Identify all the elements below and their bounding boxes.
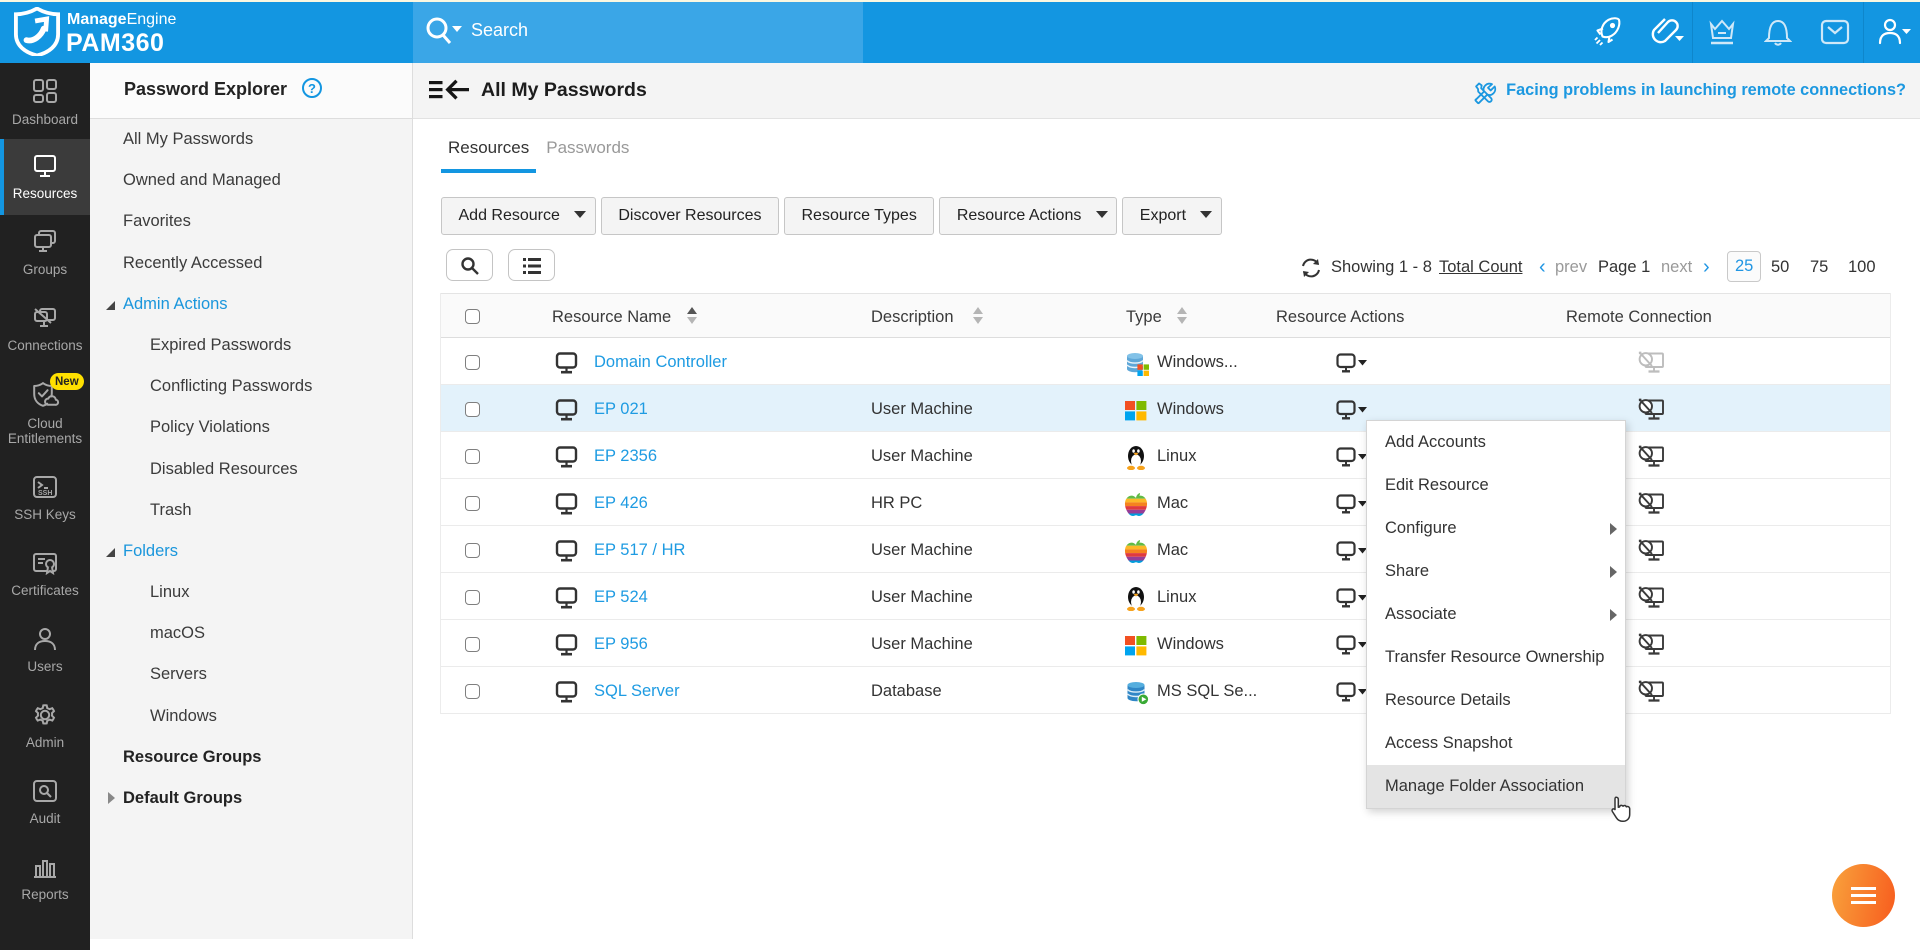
- svg-text:SSH: SSH: [38, 490, 52, 497]
